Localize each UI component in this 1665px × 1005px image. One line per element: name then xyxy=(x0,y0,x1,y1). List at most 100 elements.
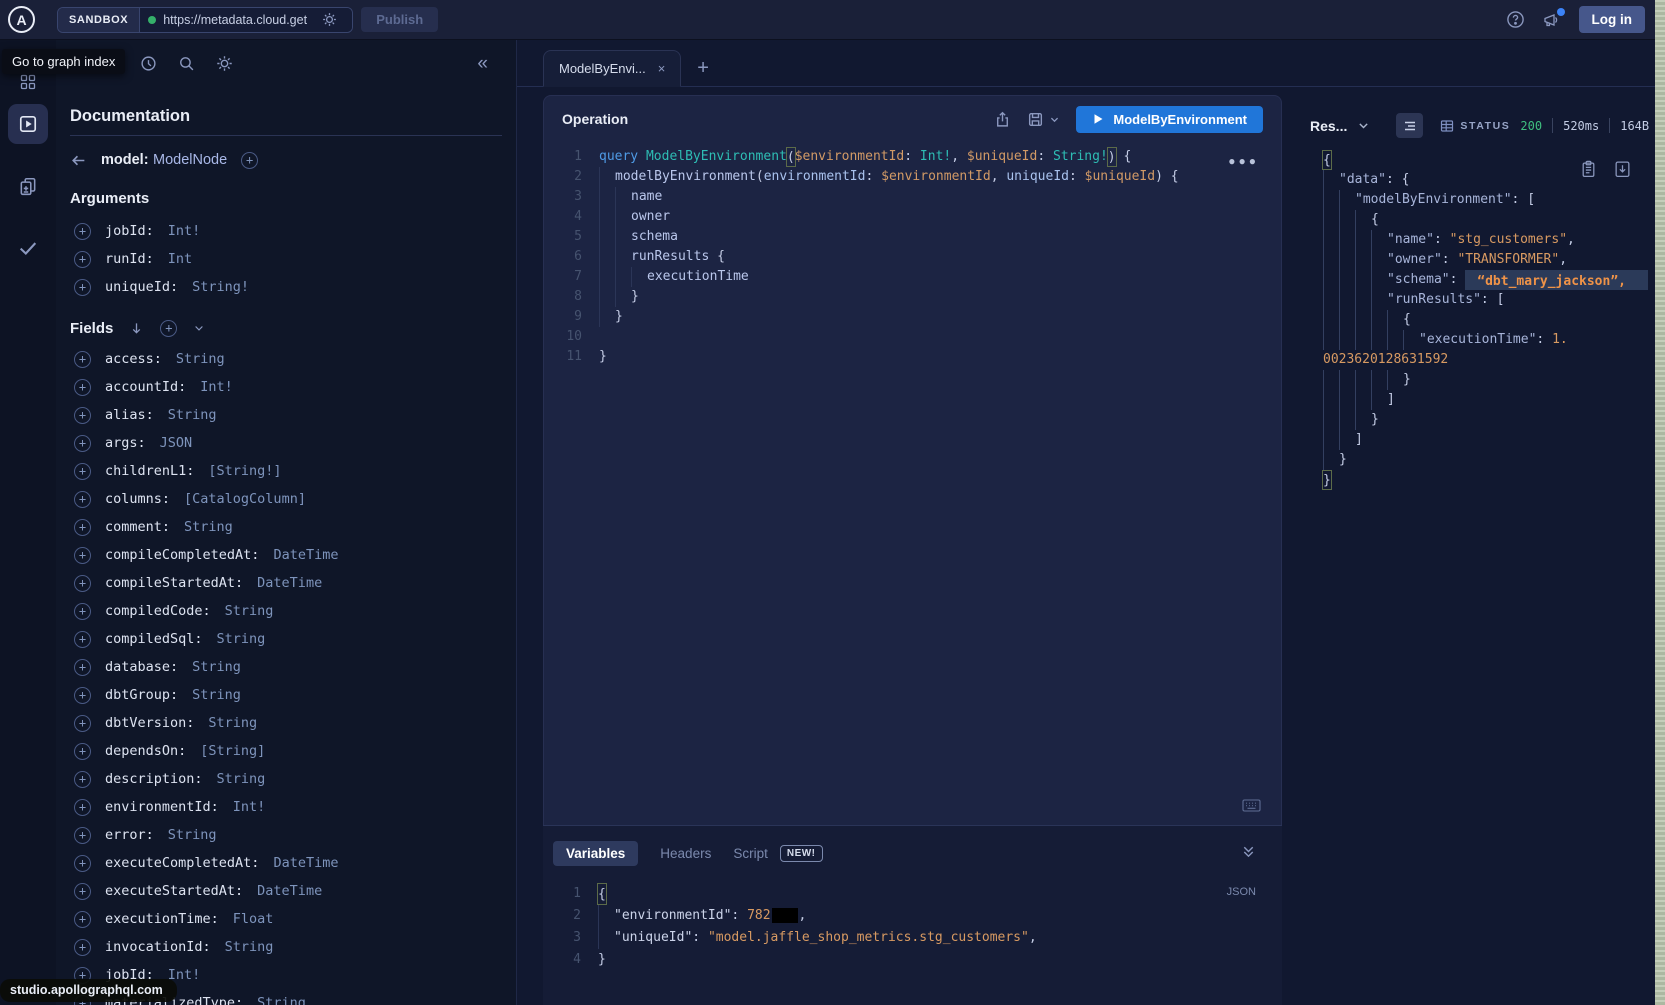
operation-overflow-menu-icon[interactable]: ●●● xyxy=(1228,154,1259,168)
new-tab-button[interactable]: + xyxy=(697,58,709,78)
add-to-operation-icon[interactable]: + xyxy=(74,827,91,844)
table-view-icon[interactable] xyxy=(1433,113,1460,138)
doc-field-row[interactable]: +compiledCode:String xyxy=(70,597,502,625)
doc-field-row[interactable]: +invocationId:String xyxy=(70,933,502,961)
search-icon[interactable] xyxy=(178,55,195,72)
variables-editor[interactable]: 1{2"environmentId": 782,3"uniqueId": "mo… xyxy=(543,883,1282,971)
help-icon[interactable] xyxy=(1506,10,1525,29)
endpoint-url-field[interactable]: https://metadata.cloud.get xyxy=(140,8,352,32)
doc-field-row[interactable]: +executionTime:Float xyxy=(70,905,502,933)
sidebar-item-operations[interactable] xyxy=(8,104,48,144)
add-to-operation-icon[interactable]: + xyxy=(74,491,91,508)
doc-field-row[interactable]: +compileStartedAt:DateTime xyxy=(70,569,502,597)
graph-index-icon[interactable] xyxy=(20,74,36,90)
add-to-operation-icon[interactable]: + xyxy=(74,939,91,956)
doc-field-row[interactable]: +executeCompletedAt:DateTime xyxy=(70,849,502,877)
doc-field-row[interactable]: +compiledSql:String xyxy=(70,625,502,653)
connection-status-dot xyxy=(148,16,156,24)
history-icon[interactable] xyxy=(140,55,157,72)
doc-field-row[interactable]: +alias:String xyxy=(70,401,502,429)
sidebar-item-schema-diff[interactable] xyxy=(8,166,48,206)
add-field-icon[interactable]: + xyxy=(241,152,258,169)
add-to-operation-icon[interactable]: + xyxy=(74,351,91,368)
run-operation-button[interactable]: ModelByEnvironment xyxy=(1076,106,1263,133)
add-to-operation-icon[interactable]: + xyxy=(74,743,91,760)
operation-editor[interactable]: 1query ModelByEnvironment($environmentId… xyxy=(544,142,1281,825)
add-to-operation-icon[interactable]: + xyxy=(74,715,91,732)
add-to-operation-icon[interactable]: + xyxy=(74,547,91,564)
doc-field-row[interactable]: +access:String xyxy=(70,345,502,373)
endpoint-settings-gear-icon[interactable] xyxy=(322,12,337,27)
doc-field-row[interactable]: +description:String xyxy=(70,765,502,793)
add-to-operation-icon[interactable]: + xyxy=(74,883,91,900)
announcements-megaphone-icon[interactable] xyxy=(1542,11,1562,29)
response-dropdown-chevron-icon[interactable] xyxy=(1357,119,1370,132)
doc-field-row[interactable]: +args:JSON xyxy=(70,429,502,457)
field-name: dbtVersion: xyxy=(105,715,194,731)
add-to-operation-icon[interactable]: + xyxy=(74,911,91,928)
doc-field-row[interactable]: +executeStartedAt:DateTime xyxy=(70,877,502,905)
chevron-down-icon[interactable] xyxy=(193,322,205,334)
add-to-operation-icon[interactable]: + xyxy=(74,223,91,240)
doc-field-row[interactable]: +dbtGroup:String xyxy=(70,681,502,709)
tooltip-go-to-graph-index: Go to graph index xyxy=(2,49,125,74)
doc-field-row[interactable]: +dbtVersion:String xyxy=(70,709,502,737)
add-to-operation-icon[interactable]: + xyxy=(74,631,91,648)
doc-field-row[interactable]: +environmentId:Int! xyxy=(70,793,502,821)
doc-field-row[interactable]: +comment:String xyxy=(70,513,502,541)
close-tab-icon[interactable]: × xyxy=(658,62,666,75)
apollo-logo[interactable]: A xyxy=(8,6,35,33)
field-type: String xyxy=(176,351,225,367)
add-to-operation-icon[interactable]: + xyxy=(74,519,91,536)
tab-modelbyenvironment[interactable]: ModelByEnvi... × xyxy=(543,50,681,87)
publish-button[interactable]: Publish xyxy=(361,7,438,32)
variables-tab-script[interactable]: Script xyxy=(733,841,768,866)
add-to-operation-icon[interactable]: + xyxy=(74,379,91,396)
back-arrow-icon[interactable] xyxy=(70,152,87,169)
add-to-operation-icon[interactable]: + xyxy=(74,659,91,676)
add-to-operation-icon[interactable]: + xyxy=(74,687,91,704)
argument-row[interactable]: +uniqueId:String! xyxy=(70,273,502,301)
add-to-operation-icon[interactable]: + xyxy=(74,251,91,268)
code-line: 6runResults { xyxy=(544,247,1281,267)
add-all-fields-icon[interactable]: + xyxy=(160,320,177,337)
doc-field-row[interactable]: +accountId:Int! xyxy=(70,373,502,401)
login-button[interactable]: Log in xyxy=(1579,6,1646,33)
doc-field-row[interactable]: +dependsOn:[String] xyxy=(70,737,502,765)
add-to-operation-icon[interactable]: + xyxy=(74,771,91,788)
doc-field-row[interactable]: +compileCompletedAt:DateTime xyxy=(70,541,502,569)
doc-field-row[interactable]: +database:String xyxy=(70,653,502,681)
keyboard-shortcuts-icon[interactable] xyxy=(1242,798,1261,813)
settings-gear-icon[interactable] xyxy=(216,55,233,72)
add-to-operation-icon[interactable]: + xyxy=(74,407,91,424)
share-icon[interactable] xyxy=(994,111,1011,128)
add-to-operation-icon[interactable]: + xyxy=(74,463,91,480)
breadcrumb-type-link[interactable]: ModelNode xyxy=(153,152,227,168)
add-to-operation-icon[interactable]: + xyxy=(74,575,91,592)
operation-card: Operation xyxy=(543,95,1282,825)
sidebar-item-checks[interactable] xyxy=(8,228,48,268)
sort-descending-icon[interactable] xyxy=(129,321,144,336)
add-to-operation-icon[interactable]: + xyxy=(74,435,91,452)
argument-row[interactable]: +jobId:Int! xyxy=(70,217,502,245)
add-to-operation-icon[interactable]: + xyxy=(74,603,91,620)
collapse-panel-icon[interactable]: « xyxy=(477,54,488,73)
field-type: String xyxy=(217,631,266,647)
argument-row[interactable]: +runId:Int xyxy=(70,245,502,273)
doc-field-row[interactable]: +error:String xyxy=(70,821,502,849)
format-view-icon[interactable] xyxy=(1396,113,1423,138)
add-to-operation-icon[interactable]: + xyxy=(74,799,91,816)
add-to-operation-icon[interactable]: + xyxy=(74,855,91,872)
variables-tab-headers[interactable]: Headers xyxy=(660,841,711,866)
save-options-chevron-icon[interactable] xyxy=(1049,114,1060,125)
add-to-operation-icon[interactable]: + xyxy=(74,279,91,296)
save-icon[interactable] xyxy=(1027,111,1044,128)
doc-field-row[interactable]: +columns:[CatalogColumn] xyxy=(70,485,502,513)
content-area: « Documentation model: ModelNode + xyxy=(0,40,1655,1005)
copy-response-icon[interactable] xyxy=(1580,160,1597,178)
doc-field-row[interactable]: +childrenL1:[String!] xyxy=(70,457,502,485)
variables-tab-variables[interactable]: Variables xyxy=(553,841,638,866)
download-response-icon[interactable] xyxy=(1614,160,1631,178)
variables-panel: VariablesHeadersScriptNEW! JSON 1{2"envi… xyxy=(543,825,1282,1005)
collapse-variables-icon[interactable] xyxy=(1241,844,1256,859)
